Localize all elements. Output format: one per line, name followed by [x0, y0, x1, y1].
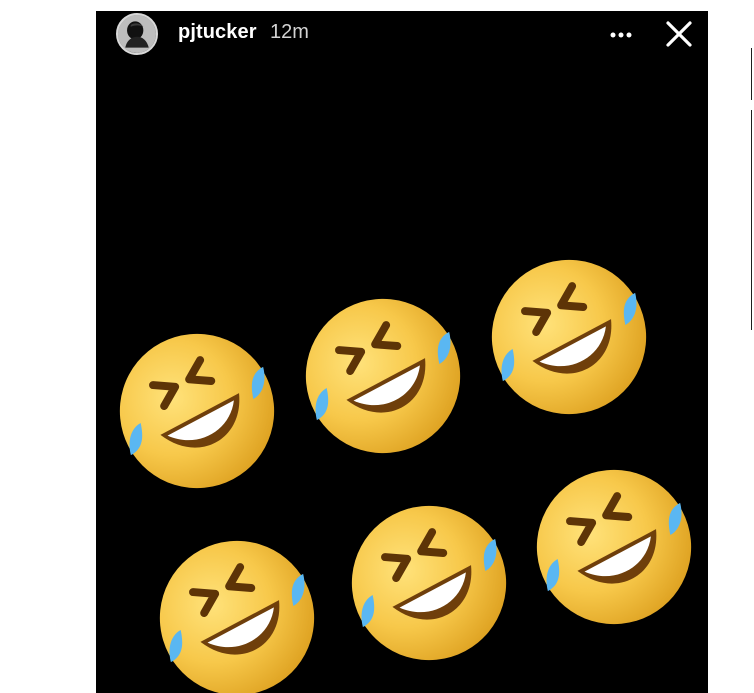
profile-avatar[interactable] — [116, 13, 158, 55]
rolling-on-the-floor-laughing-emoji — [525, 458, 703, 636]
rolling-on-the-floor-laughing-emoji — [294, 287, 472, 465]
story-viewer: pjtucker 12m — [96, 11, 708, 693]
screen-edge-line-top — [751, 48, 752, 100]
rolling-on-the-floor-laughing-emoji — [480, 248, 658, 426]
close-icon[interactable] — [662, 17, 696, 51]
story-timestamp: 12m — [270, 21, 309, 43]
more-horizontal-icon[interactable] — [606, 23, 636, 47]
rolling-on-the-floor-laughing-emoji — [108, 322, 286, 500]
story-username[interactable]: pjtucker — [178, 21, 257, 44]
story-header: pjtucker 12m — [96, 11, 708, 59]
rolling-on-the-floor-laughing-emoji — [340, 494, 518, 672]
rolling-on-the-floor-laughing-emoji — [148, 529, 326, 693]
screen-edge-line-middle — [751, 110, 752, 330]
